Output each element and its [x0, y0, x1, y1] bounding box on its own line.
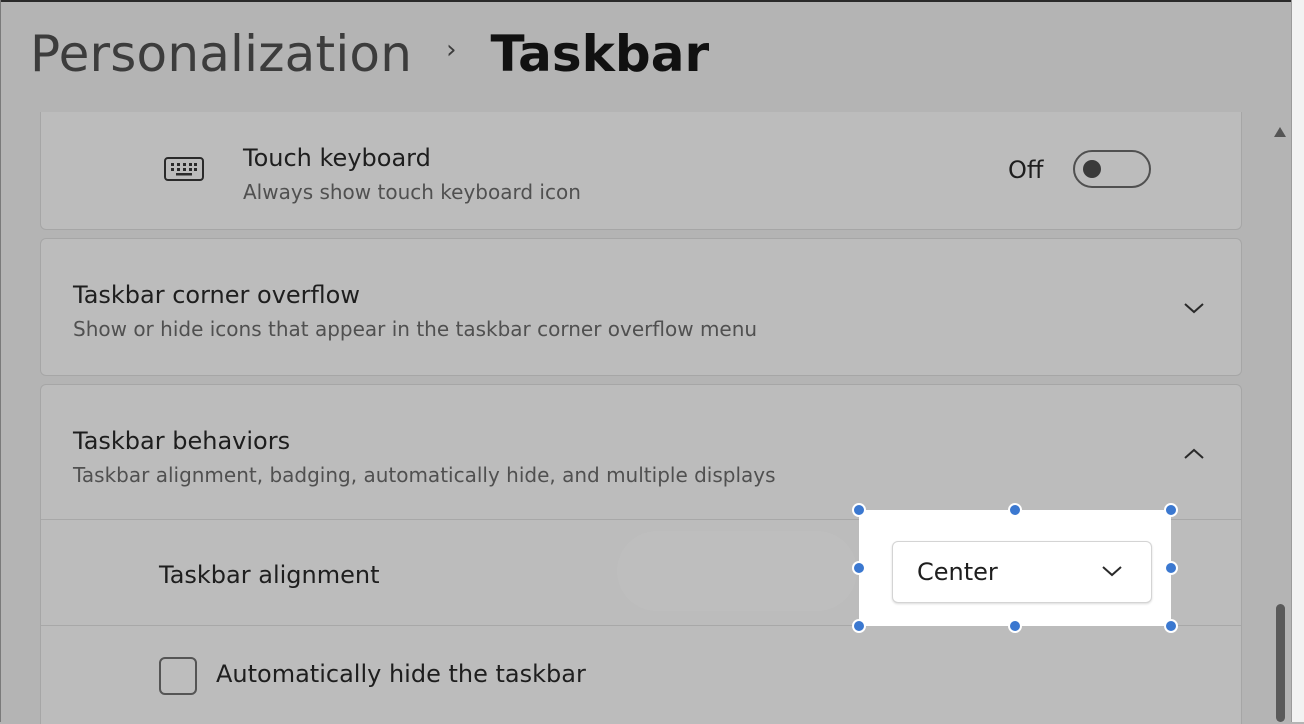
corner-overflow-card[interactable]: Taskbar corner overflow Show or hide ico… — [40, 238, 1242, 376]
resize-handle-top-right[interactable] — [1164, 503, 1178, 517]
dropdown-selected-value: Center — [917, 558, 998, 586]
auto-hide-label: Automatically hide the taskbar — [216, 660, 586, 688]
resize-handle-bottom-left[interactable] — [852, 619, 866, 633]
touch-keyboard-card: Touch keyboard Always show touch keyboar… — [40, 112, 1242, 230]
auto-hide-checkbox[interactable] — [159, 657, 197, 695]
corner-overflow-title: Taskbar corner overflow — [73, 281, 360, 309]
selection-highlight: Center — [859, 510, 1171, 626]
taskbar-alignment-dropdown[interactable]: Center — [892, 541, 1152, 603]
resize-handle-right[interactable] — [1164, 561, 1178, 575]
breadcrumb-separator: › — [446, 35, 457, 65]
scroll-up-arrow-icon[interactable] — [1273, 126, 1287, 138]
keyboard-icon — [164, 157, 204, 181]
toggle-state-label: Off — [1008, 156, 1044, 184]
toggle-knob — [1083, 160, 1101, 178]
touch-keyboard-toggle[interactable] — [1073, 150, 1151, 188]
window-left-edge — [0, 0, 1, 722]
taskbar-alignment-label: Taskbar alignment — [159, 561, 380, 589]
resize-handle-bottom-right[interactable] — [1164, 619, 1178, 633]
behaviors-title: Taskbar behaviors — [73, 427, 291, 455]
window-right-edge — [1291, 0, 1304, 722]
chevron-down-icon[interactable] — [1183, 301, 1205, 315]
resize-handle-top-left[interactable] — [852, 503, 866, 517]
touch-keyboard-title: Touch keyboard — [243, 144, 431, 172]
breadcrumb: Personalization › Taskbar — [30, 22, 709, 86]
resize-handle-top[interactable] — [1008, 503, 1022, 517]
resize-handle-left[interactable] — [852, 561, 866, 575]
page-title: Taskbar — [490, 25, 710, 83]
chevron-up-icon[interactable] — [1183, 447, 1205, 461]
hover-highlight — [617, 531, 857, 611]
breadcrumb-parent[interactable]: Personalization — [30, 25, 412, 83]
chevron-down-icon — [1102, 566, 1122, 577]
behaviors-subtitle: Taskbar alignment, badging, automaticall… — [73, 463, 776, 487]
scrollbar-thumb[interactable] — [1276, 604, 1285, 722]
window-top-edge — [0, 0, 1304, 2]
corner-overflow-subtitle: Show or hide icons that appear in the ta… — [73, 317, 758, 341]
touch-keyboard-subtitle: Always show touch keyboard icon — [243, 180, 581, 204]
resize-handle-bottom[interactable] — [1008, 619, 1022, 633]
